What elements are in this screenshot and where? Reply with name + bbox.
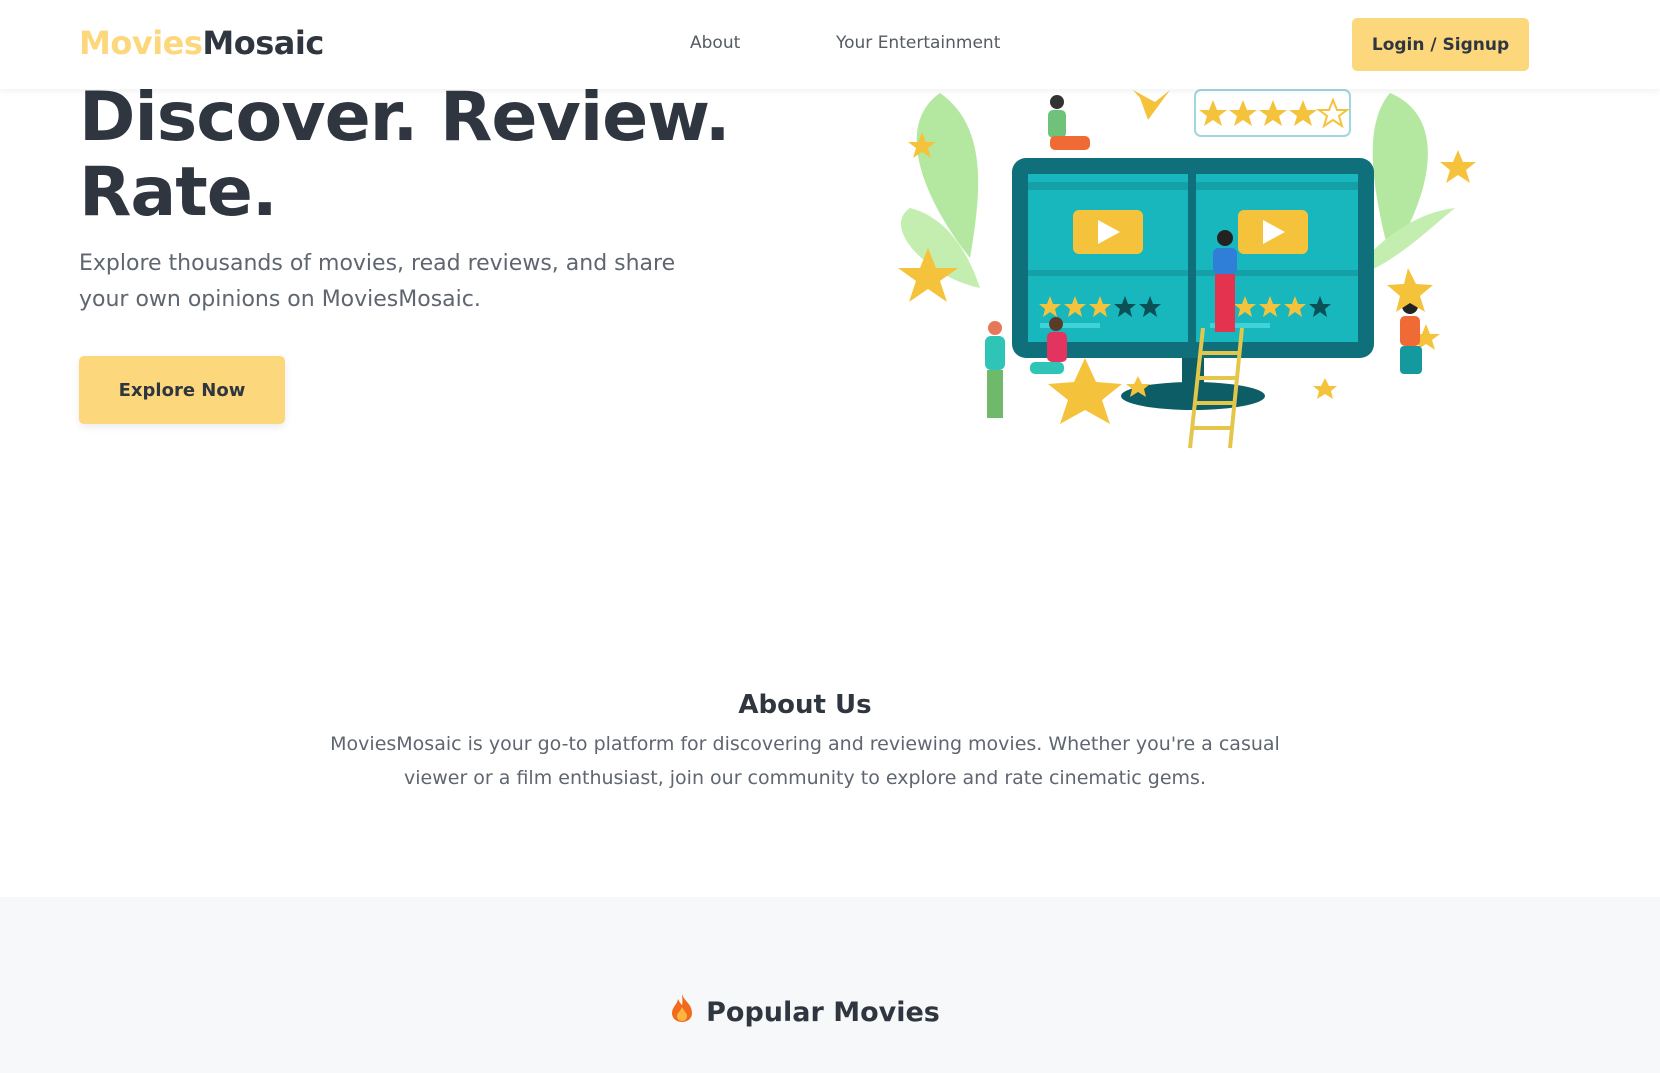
illustration-svg xyxy=(898,89,1476,449)
fire-icon xyxy=(670,993,694,1030)
nav-link-about[interactable]: About xyxy=(690,33,740,53)
nav-link-your-entertainment[interactable]: Your Entertainment xyxy=(836,33,1000,53)
logo-part-mosaic: Mosaic xyxy=(202,24,324,62)
about-us-text: MoviesMosaic is your go-to platform for … xyxy=(330,733,1280,789)
movie-review-illustration xyxy=(870,88,1490,460)
about-us-title: About Us xyxy=(738,690,872,720)
login-signup-button[interactable]: Login / Signup xyxy=(1352,18,1529,71)
popular-movies-title: Popular Movies xyxy=(706,997,940,1028)
logo-part-movies: Movies xyxy=(79,24,203,62)
hero-title: Discover. Review. Rate. xyxy=(79,78,731,232)
navbar: MoviesMosaic About Your Entertainment Lo… xyxy=(0,0,1660,89)
popular-movies-section: Popular Movies xyxy=(0,897,1660,1073)
explore-now-button[interactable]: Explore Now xyxy=(79,356,285,424)
logo[interactable]: MoviesMosaic xyxy=(79,24,324,62)
hero-subtitle: Explore thousands of movies, read review… xyxy=(79,251,676,312)
popular-movies-heading: Popular Movies xyxy=(0,994,1610,1030)
